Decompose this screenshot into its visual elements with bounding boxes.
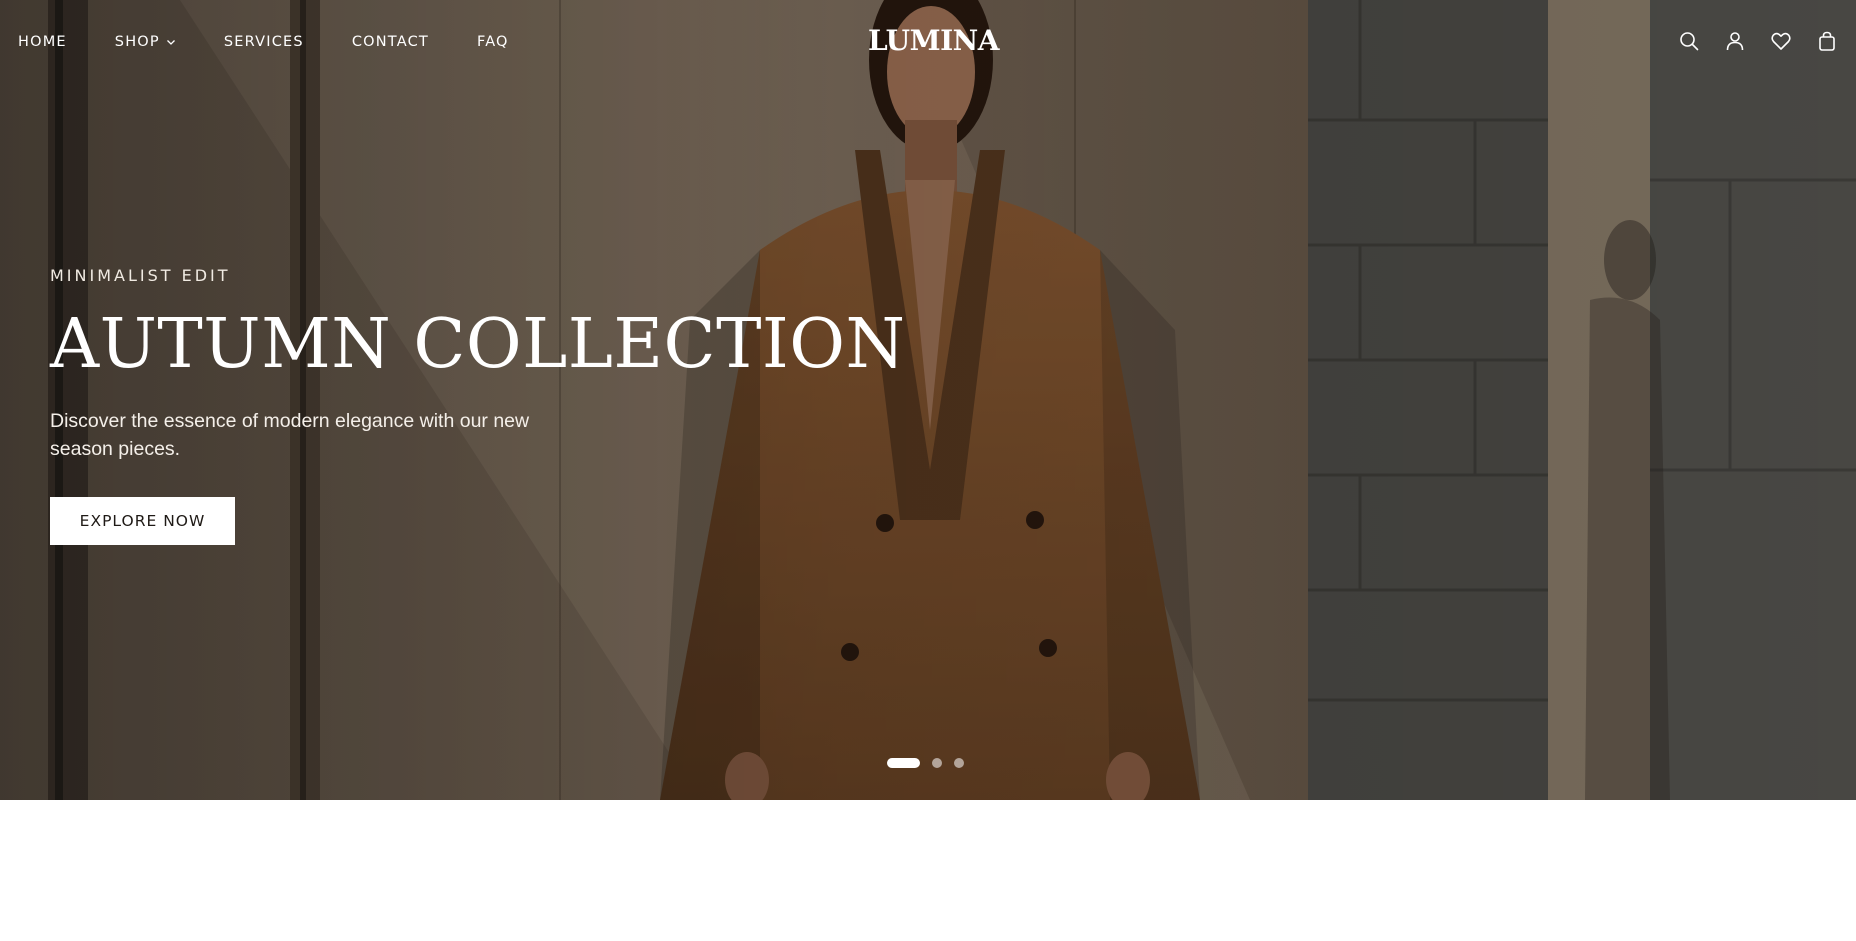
nav-actions	[1678, 30, 1838, 52]
wishlist-icon[interactable]	[1770, 30, 1792, 52]
top-navigation: HOME SHOP SERVICES CONTACT FAQ LUMINA	[0, 0, 1856, 84]
cart-icon[interactable]	[1816, 30, 1838, 52]
brand-logo[interactable]: LUMINA	[868, 24, 999, 57]
nav-services-link[interactable]: SERVICES	[224, 34, 304, 50]
hero-subtitle: Discover the essence of modern elegance …	[50, 410, 530, 460]
slide-dot-3[interactable]	[954, 758, 964, 768]
nav-shop-link[interactable]: SHOP	[115, 34, 176, 50]
nav-faq-link[interactable]: FAQ	[477, 34, 509, 50]
chevron-down-icon	[166, 37, 176, 47]
slide-dot-2[interactable]	[932, 758, 942, 768]
hero-title: AUTUMN COLLECTION	[50, 305, 906, 384]
hero-eyebrow: MINIMALIST EDIT	[50, 266, 231, 285]
slide-dot-1[interactable]	[887, 758, 920, 768]
nav-shop-label: SHOP	[114, 34, 160, 50]
hero-banner: HOME SHOP SERVICES CONTACT FAQ LUMINA MI…	[0, 0, 1856, 800]
account-icon[interactable]	[1724, 30, 1746, 52]
search-icon[interactable]	[1678, 30, 1700, 52]
slider-dots	[887, 758, 964, 768]
hero-content: MINIMALIST EDIT AUTUMN COLLECTION Discov…	[50, 266, 906, 545]
nav-links: HOME SHOP SERVICES CONTACT FAQ	[18, 34, 509, 50]
nav-home-link[interactable]: HOME	[18, 34, 67, 50]
nav-contact-link[interactable]: CONTACT	[352, 34, 429, 50]
explore-now-button[interactable]: EXPLORE NOW	[50, 497, 235, 545]
